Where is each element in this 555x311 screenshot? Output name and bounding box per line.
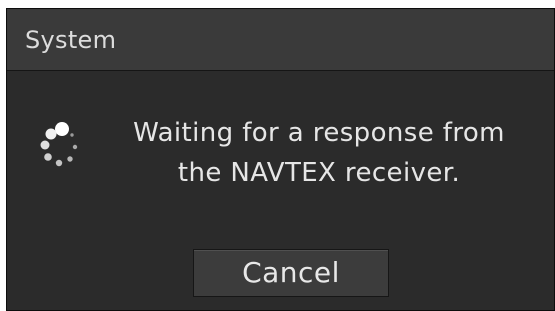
status-message-line-2: the NAVTEX receiver. [177, 158, 461, 188]
dialog-titlebar: System [7, 9, 554, 71]
loading-spinner-icon [29, 113, 95, 179]
status-message-line-1: Waiting for a response from [133, 118, 505, 148]
system-dialog: System Waiting for a response from the N… [6, 8, 555, 311]
dialog-title: System [25, 26, 117, 54]
cancel-button[interactable]: Cancel [193, 249, 389, 297]
dialog-body: Waiting for a response from the NAVTEX r… [7, 71, 554, 310]
status-message: Waiting for a response from the NAVTEX r… [97, 113, 541, 193]
